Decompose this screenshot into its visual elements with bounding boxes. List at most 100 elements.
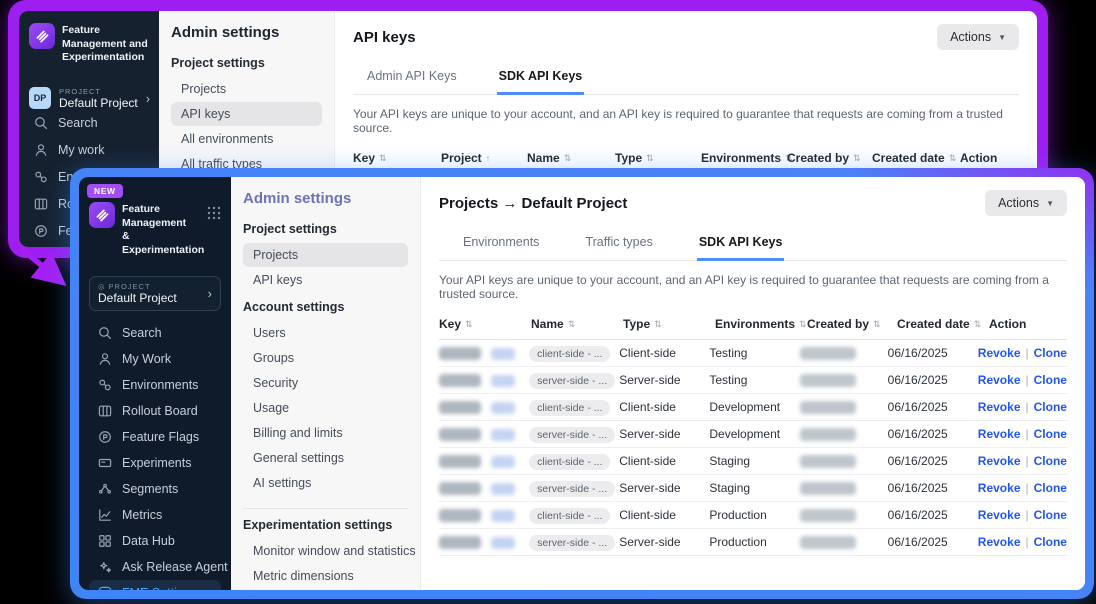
blurred-copy-chip — [491, 402, 515, 414]
settings-item-metric-dimensions[interactable]: Metric dimensions — [243, 564, 408, 588]
settings-item-users[interactable]: Users — [243, 321, 408, 345]
revoke-link[interactable]: Revoke — [978, 535, 1021, 549]
revoke-link[interactable]: Revoke — [978, 454, 1021, 468]
settings-item-monitor-window-and-statistics[interactable]: Monitor window and statistics — [243, 539, 408, 563]
settings-item-security[interactable]: Security — [243, 371, 408, 395]
cell-actions: Revoke|Clone — [978, 346, 1067, 360]
settings-item-api-keys[interactable]: API keys — [171, 102, 322, 126]
settings-item-ai-settings[interactable]: AI settings — [243, 471, 408, 495]
blurred-key-value — [439, 509, 481, 522]
column-header-environments[interactable]: Environments⇅ — [701, 151, 787, 165]
cell-environments: Staging — [709, 481, 799, 495]
column-header-project[interactable]: Project↑ — [441, 151, 527, 165]
settings-title: Admin settings — [171, 24, 322, 41]
sort-icon[interactable]: ⇅ — [646, 153, 654, 164]
sidebar-item-search[interactable]: Search — [29, 110, 149, 137]
column-header-environments[interactable]: Environments⇅ — [715, 317, 807, 331]
column-header-created-by[interactable]: Created by⇅ — [787, 151, 872, 165]
sort-icon[interactable]: ⇅ — [568, 319, 576, 330]
sidebar-item-search[interactable]: Search — [89, 320, 221, 346]
revoke-link[interactable]: Revoke — [978, 346, 1021, 360]
sort-icon[interactable]: ⇅ — [873, 319, 881, 330]
settings-item-usage[interactable]: Usage — [243, 396, 408, 420]
column-label: Type — [615, 151, 642, 165]
clone-link[interactable]: Clone — [1034, 508, 1067, 522]
revoke-link[interactable]: Revoke — [978, 400, 1021, 414]
sidebar-item-my-work[interactable]: My Work — [89, 346, 221, 372]
page-title: Projects → Default Project — [439, 195, 627, 212]
clone-link[interactable]: Clone — [1034, 427, 1067, 441]
settings-item-general-settings[interactable]: General settings — [243, 446, 408, 470]
clone-link[interactable]: Clone — [1034, 454, 1067, 468]
column-header-key[interactable]: Key⇅ — [439, 317, 531, 331]
settings-item-all-environments[interactable]: All environments — [171, 127, 322, 151]
sidebar-item-label: Search — [58, 116, 98, 130]
column-header-created-by[interactable]: Created by⇅ — [807, 317, 897, 331]
revoke-link[interactable]: Revoke — [978, 427, 1021, 441]
clone-link[interactable]: Clone — [1034, 373, 1067, 387]
revoke-link[interactable]: Revoke — [978, 508, 1021, 522]
sort-icon[interactable]: ↑ — [486, 153, 491, 163]
column-header-key[interactable]: Key⇅ — [353, 151, 441, 165]
actions-button[interactable]: Actions ▼ — [985, 190, 1067, 216]
settings-item-projects[interactable]: Projects — [171, 77, 322, 101]
settings-item-groups[interactable]: Groups — [243, 346, 408, 370]
new-logo-row: Feature Management & Experimentation — [89, 202, 221, 258]
sidebar-item-metrics[interactable]: Metrics — [89, 502, 221, 528]
fme-settings-icon — [97, 585, 113, 590]
sidebar-item-environments[interactable]: Environments — [89, 372, 221, 398]
new-project-selector[interactable]: ◎ PROJECT Default Project › — [89, 276, 221, 311]
cell-environments: Development — [709, 427, 799, 441]
blurred-created-by — [800, 401, 856, 414]
sort-icon[interactable]: ⇅ — [974, 319, 982, 330]
sidebar-item-rollout-board[interactable]: Rollout Board — [89, 398, 221, 424]
settings-item-api-keys[interactable]: API keys — [243, 268, 408, 292]
sidebar-item-fme-settings[interactable]: FME Settings — [89, 580, 221, 590]
tab-admin-api-keys[interactable]: Admin API Keys — [365, 61, 459, 94]
column-header-name[interactable]: Name⇅ — [531, 317, 623, 331]
blurred-key-value — [439, 374, 481, 387]
sort-icon[interactable]: ⇅ — [949, 153, 957, 164]
sidebar-item-my-work[interactable]: My work — [29, 137, 149, 164]
column-header-type[interactable]: Type⇅ — [623, 317, 715, 331]
cell-environments: Testing — [709, 346, 799, 360]
sort-icon[interactable]: ⇅ — [564, 153, 572, 164]
column-header-created-date[interactable]: Created date⇅ — [872, 151, 960, 165]
sidebar-item-segments[interactable]: Segments — [89, 476, 221, 502]
cell-actions: Revoke|Clone — [978, 427, 1067, 441]
settings-item-projects[interactable]: Projects — [243, 243, 408, 267]
settings-item-billing-and-limits[interactable]: Billing and limits — [243, 421, 408, 445]
sidebar-item-experiments[interactable]: Experiments — [89, 450, 221, 476]
sort-icon[interactable]: ⇅ — [379, 153, 387, 164]
column-label: Action — [989, 317, 1026, 331]
clone-link[interactable]: Clone — [1034, 400, 1067, 414]
experiments-icon — [97, 455, 113, 471]
tab-sdk-api-keys[interactable]: SDK API Keys — [697, 227, 785, 261]
sort-icon[interactable]: ⇅ — [654, 319, 662, 330]
sort-icon[interactable]: ⇅ — [465, 319, 473, 330]
clone-link[interactable]: Clone — [1034, 535, 1067, 549]
clone-link[interactable]: Clone — [1034, 346, 1067, 360]
cell-type: Server-side — [619, 427, 709, 441]
tab-environments[interactable]: Environments — [461, 227, 541, 260]
actions-button[interactable]: Actions ▼ — [937, 24, 1019, 50]
sort-icon[interactable]: ⇅ — [799, 319, 807, 330]
column-header-created-date[interactable]: Created date⇅ — [897, 317, 989, 331]
tab-traffic-types[interactable]: Traffic types — [583, 227, 654, 260]
old-logo-row: Feature Management and Experimentation — [29, 23, 149, 65]
blurred-key-value — [439, 536, 481, 549]
sidebar-item-ask-release-agent[interactable]: Ask Release Agent — [89, 554, 221, 580]
old-tabbar: Admin API Keys SDK API Keys — [353, 61, 1019, 95]
revoke-link[interactable]: Revoke — [978, 481, 1021, 495]
sort-icon[interactable]: ⇅ — [853, 153, 861, 164]
app-launcher-icon[interactable] — [207, 206, 221, 220]
clone-link[interactable]: Clone — [1034, 481, 1067, 495]
old-project-selector[interactable]: DP PROJECT Default Project › — [29, 87, 149, 110]
column-header-name[interactable]: Name⇅ — [527, 151, 615, 165]
search-icon — [97, 325, 113, 341]
revoke-link[interactable]: Revoke — [978, 373, 1021, 387]
sidebar-item-data-hub[interactable]: Data Hub — [89, 528, 221, 554]
column-header-type[interactable]: Type ⇅ — [615, 151, 701, 165]
sidebar-item-feature-flags[interactable]: Feature Flags — [89, 424, 221, 450]
tab-sdk-api-keys[interactable]: SDK API Keys — [497, 61, 585, 95]
